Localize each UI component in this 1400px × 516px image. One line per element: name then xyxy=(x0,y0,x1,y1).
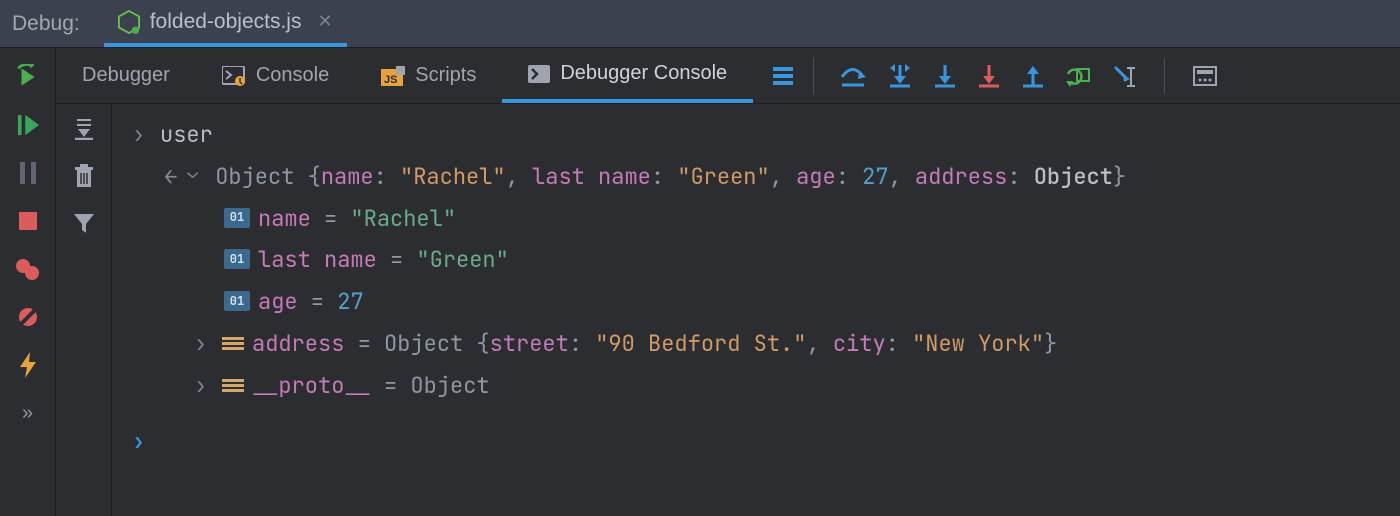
file-tab-label: folded-objects.js xyxy=(150,10,302,34)
debug-run-toolbar: » xyxy=(0,48,56,516)
expression-text: user xyxy=(160,114,213,156)
return-arrow-icon: ← xyxy=(164,156,177,198)
step-toolbar xyxy=(820,58,1217,94)
tab-scripts[interactable]: JS Scripts xyxy=(355,48,502,103)
property-row-proto[interactable]: __proto__ = Object xyxy=(132,365,1380,407)
scroll-to-end-icon[interactable] xyxy=(72,118,96,140)
stop-icon[interactable] xyxy=(15,208,41,234)
console-prompt[interactable]: › xyxy=(132,421,1380,463)
bolt-icon[interactable] xyxy=(15,352,41,378)
step-out-icon[interactable] xyxy=(1022,64,1044,88)
separator xyxy=(1164,58,1165,94)
debug-header: Debug: folded-objects.js ✕ xyxy=(0,0,1400,48)
step-over-icon[interactable] xyxy=(840,65,866,87)
object-badge-icon xyxy=(222,337,244,357)
run-to-cursor-icon[interactable] xyxy=(1112,64,1136,88)
panel-title: Debug: xyxy=(0,12,104,36)
chevron-down-icon[interactable] xyxy=(187,156,205,198)
rerun-icon[interactable] xyxy=(15,64,41,90)
chevron-right-icon[interactable] xyxy=(194,323,212,365)
separator xyxy=(813,58,814,94)
debug-views-tabs: Debugger Console JS Scripts xyxy=(56,48,753,103)
console-input-echo: user xyxy=(132,114,1380,156)
file-tab[interactable]: folded-objects.js ✕ xyxy=(104,0,347,47)
debugger-console-output[interactable]: user ← Object {name: "Rachel", last name… xyxy=(112,104,1400,516)
js-icon: JS xyxy=(381,66,405,86)
step-into-icon[interactable] xyxy=(888,64,912,88)
prompt-chevron-icon: › xyxy=(132,421,145,463)
threads-icon[interactable] xyxy=(753,66,807,86)
property-row-name[interactable]: 01name = "Rachel" xyxy=(132,198,1380,240)
chevron-right-icon[interactable] xyxy=(194,365,212,407)
close-icon[interactable]: ✕ xyxy=(311,11,332,32)
object-badge-icon xyxy=(222,379,244,399)
debug-toolbar: Debugger Console JS Scripts xyxy=(56,48,1400,104)
property-row-address[interactable]: address = Object {street: "90 Bedford St… xyxy=(132,323,1380,365)
field-badge-icon: 01 xyxy=(224,249,250,269)
tab-debugger[interactable]: Debugger xyxy=(56,48,196,103)
resume-icon[interactable] xyxy=(15,112,41,138)
console-result-line[interactable]: ← Object {name: "Rachel", last name: "Gr… xyxy=(132,156,1380,198)
debugger-console-icon xyxy=(528,65,550,83)
field-badge-icon: 01 xyxy=(224,291,250,311)
filter-icon[interactable] xyxy=(73,212,95,234)
console-body: user ← Object {name: "Rachel", last name… xyxy=(56,104,1400,516)
result-summary: Object {name: "Rachel", last name: "Gree… xyxy=(215,156,1126,198)
nodejs-icon xyxy=(118,10,140,34)
field-badge-icon: 01 xyxy=(224,208,250,228)
force-step-into-icon[interactable] xyxy=(978,64,1000,88)
trash-icon[interactable] xyxy=(74,164,94,188)
content-area: Debugger Console JS Scripts xyxy=(56,48,1400,516)
property-row-age[interactable]: 01age = 27 xyxy=(132,281,1380,323)
mute-breakpoints-icon[interactable] xyxy=(15,304,41,330)
step-into-simple-icon[interactable] xyxy=(934,64,956,88)
drop-frame-icon[interactable] xyxy=(1066,65,1090,87)
console-icon xyxy=(222,66,246,86)
tab-console[interactable]: Console xyxy=(196,48,355,103)
pause-icon[interactable] xyxy=(15,160,41,186)
property-row-lastname[interactable]: 01last name = "Green" xyxy=(132,239,1380,281)
main-area: » Debugger Console JS Script xyxy=(0,48,1400,516)
more-icon[interactable]: » xyxy=(15,400,41,426)
svg-text:JS: JS xyxy=(384,74,397,86)
view-breakpoints-icon[interactable] xyxy=(15,256,41,282)
tab-debugger-console[interactable]: Debugger Console xyxy=(502,48,753,103)
chevron-right-icon xyxy=(132,114,150,156)
evaluate-icon[interactable] xyxy=(1193,66,1217,86)
console-side-toolbar xyxy=(56,104,112,516)
